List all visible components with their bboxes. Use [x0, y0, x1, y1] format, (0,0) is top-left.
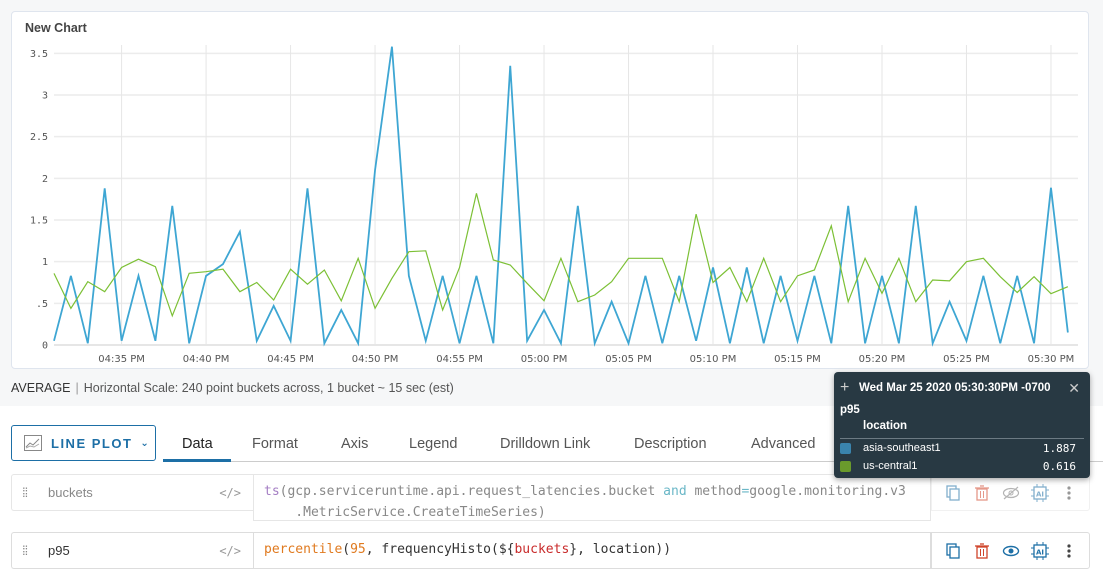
code-icon[interactable]: </>: [219, 486, 241, 500]
x-tick-label: 04:35 PM: [98, 354, 145, 365]
expr-keyword: and: [663, 484, 687, 499]
tooltip-group-header: location: [863, 420, 908, 432]
active-tab-indicator: [163, 459, 231, 462]
tooltip-row-label: asia-southeast1: [863, 442, 941, 454]
tooltip-row-value: 0.616: [1042, 459, 1076, 473]
x-tick-label: 05:05 PM: [605, 354, 652, 365]
separator: |: [75, 381, 79, 395]
delete-icon[interactable]: [972, 483, 992, 503]
eye-icon[interactable]: [1001, 541, 1021, 561]
tab-description[interactable]: Description: [634, 436, 707, 452]
query-name-field[interactable]: ⁞⁞ p95 </>: [11, 532, 253, 569]
y-tick-label: 0: [42, 341, 48, 352]
horizontal-scale-text: Horizontal Scale: 240 point buckets acro…: [83, 381, 454, 395]
more-icon[interactable]: [1059, 483, 1079, 503]
plot-type-dropdown[interactable]: LINE PLOT ⌄: [11, 425, 156, 461]
chart-editor-page: New Chart 0.5 1 1.5 2 2.5 3 3.5 04:35 PM 04:40 P…: [0, 0, 1103, 583]
expr-text: , frequencyHisto(${: [365, 542, 515, 557]
tooltip-row: us-central1 0.616: [840, 458, 1076, 474]
y-tick-label: 3: [42, 91, 48, 102]
drag-handle-icon[interactable]: ⁞⁞: [22, 485, 34, 500]
query-name: p95: [48, 543, 70, 558]
y-tick-label: 2.5: [30, 132, 48, 143]
x-tick-label: 05:30 PM: [1028, 354, 1075, 365]
tooltip-row-value: 1.887: [1042, 441, 1076, 455]
tooltip-timestamp: Wed Mar 25 2020 05:30:30PM -0700: [859, 382, 1051, 394]
ai-icon[interactable]: AI: [1030, 483, 1050, 503]
y-tick-label: 2: [42, 174, 48, 185]
more-icon[interactable]: [1059, 541, 1079, 561]
line-chart[interactable]: 0 .5 1 1.5 2 2.5 3 3.5 04:35 PM 04:40 PM 04:45 PM 0…: [12, 12, 1090, 370]
query-expression-input[interactable]: ts(gcp.serviceruntime.api.request_latenc…: [253, 474, 931, 521]
x-tick-label: 05:20 PM: [859, 354, 906, 365]
expr-text: }, location)): [569, 542, 672, 557]
query-row-buckets: ⁞⁞ buckets </> ts(gcp.serviceruntime.api…: [11, 474, 1090, 521]
copy-icon[interactable]: [943, 483, 963, 503]
close-icon[interactable]: ✕: [1068, 380, 1080, 397]
tab-data[interactable]: Data: [182, 436, 213, 452]
tab-legend[interactable]: Legend: [409, 436, 457, 452]
tab-format[interactable]: Format: [252, 436, 298, 452]
expr-variable: buckets: [514, 542, 570, 557]
aggregation-label: AVERAGE: [11, 381, 71, 395]
hover-tooltip: + Wed Mar 25 2020 05:30:30PM -0700 ✕ p95…: [834, 372, 1090, 478]
chevron-down-icon: ⌄: [140, 437, 151, 449]
query-row-p95: ⁞⁞ p95 </> percentile(95, frequencyHisto…: [11, 532, 1090, 569]
pin-icon[interactable]: +: [840, 379, 849, 397]
expr-text: method: [686, 484, 742, 499]
tab-drilldown-link[interactable]: Drilldown Link: [500, 436, 590, 452]
query-expression-input[interactable]: percentile(95, frequencyHisto(${buckets}…: [253, 532, 931, 569]
expr-text: (: [342, 542, 351, 557]
eye-off-icon[interactable]: [1001, 483, 1021, 503]
y-tick-label: 1: [42, 257, 48, 268]
series-color-swatch: [840, 442, 851, 454]
drag-handle-icon[interactable]: ⁞⁞: [22, 543, 34, 558]
code-icon[interactable]: </>: [219, 544, 241, 558]
expr-text: google.monitoring.v3: [749, 484, 906, 499]
copy-icon[interactable]: [943, 541, 963, 561]
x-tick-label: 05:00 PM: [521, 354, 568, 365]
x-tick-label: 04:40 PM: [183, 354, 230, 365]
line-chart-icon: [24, 435, 42, 451]
x-tick-label: 04:50 PM: [352, 354, 399, 365]
divider: [840, 438, 1084, 439]
ai-icon[interactable]: AI: [1030, 541, 1050, 561]
expr-function: percentile: [264, 542, 343, 557]
tab-advanced[interactable]: Advanced: [751, 436, 816, 452]
y-tick-label: 3.5: [30, 49, 48, 60]
x-tick-label: 05:25 PM: [943, 354, 990, 365]
svg-text:AI: AI: [1035, 548, 1043, 556]
series-color-swatch: [840, 460, 851, 472]
x-tick-label: 05:15 PM: [774, 354, 821, 365]
expr-function: ts: [264, 484, 280, 499]
expr-text: .MetricService.CreateTimeSeries): [264, 505, 546, 520]
expr-text: (gcp.serviceruntime.api.request_latencie…: [279, 484, 664, 499]
x-tick-label: 05:10 PM: [690, 354, 737, 365]
tooltip-row: asia-southeast1 1.887: [840, 440, 1076, 456]
x-tick-label: 04:45 PM: [267, 354, 314, 365]
plot-type-label: LINE PLOT: [51, 435, 133, 451]
tooltip-series-name: p95: [840, 404, 860, 416]
x-tick-label: 04:55 PM: [436, 354, 483, 365]
expr-number: 95: [350, 542, 366, 557]
y-tick-label: 1.5: [30, 216, 48, 227]
query-actions: AI: [931, 474, 1090, 511]
query-actions: AI: [931, 532, 1090, 569]
tooltip-row-label: us-central1: [863, 460, 918, 472]
chart-panel: New Chart 0.5 1 1.5 2 2.5 3 3.5 04:35 PM 04:40 P…: [11, 11, 1089, 369]
svg-text:AI: AI: [1035, 490, 1043, 498]
query-name-field[interactable]: ⁞⁞ buckets </>: [11, 474, 253, 511]
delete-icon[interactable]: [972, 541, 992, 561]
tab-axis[interactable]: Axis: [341, 436, 368, 452]
scale-info: AVERAGE | Horizontal Scale: 240 point buck…: [11, 381, 454, 395]
y-tick-label: .5: [36, 299, 48, 310]
query-name: buckets: [48, 485, 93, 500]
